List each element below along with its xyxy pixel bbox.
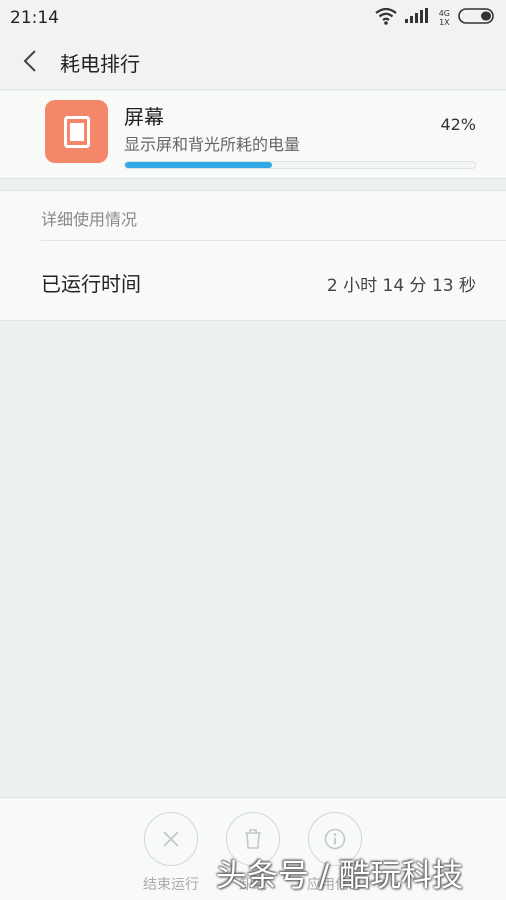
watermark: 头条号 / 酷玩科技 [216, 858, 464, 894]
network-type-secondary: 1X [439, 18, 450, 27]
force-stop-label: 结束运行 [143, 877, 199, 893]
header: 耗电排行 [0, 36, 506, 90]
usage-progress-bar [124, 161, 476, 169]
signal-icon [404, 8, 431, 28]
chevron-left-icon [23, 49, 37, 77]
runtime-label: 已运行时间 [41, 272, 141, 296]
divider [41, 240, 506, 241]
screen-icon [45, 100, 108, 163]
status-icons: 4G 1X [375, 7, 496, 29]
battery-icon [458, 8, 496, 28]
app-description: 显示屏和背光所耗的电量 [124, 135, 301, 154]
app-usage-item: 屏幕 显示屏和背光所耗的电量 42% [0, 91, 506, 179]
status-bar: 21:14 4G 1X [0, 0, 506, 36]
close-icon [144, 812, 198, 866]
network-type-primary: 4G [438, 9, 450, 18]
force-stop-button[interactable]: 结束运行 [126, 812, 216, 894]
app-name: 屏幕 [124, 105, 164, 129]
network-type: 4G 1X [439, 9, 450, 27]
back-button[interactable] [0, 36, 60, 90]
details-section: 详细使用情况 已运行时间 2 小时 14 分 13 秒 [0, 190, 506, 321]
usage-progress-fill [125, 162, 272, 168]
wifi-icon [375, 7, 397, 29]
runtime-value: 2 小时 14 分 13 秒 [326, 276, 476, 296]
page-title: 耗电排行 [60, 52, 140, 76]
usage-percent: 42% [440, 115, 476, 134]
details-section-label: 详细使用情况 [41, 210, 138, 229]
status-time: 21:14 [10, 8, 59, 28]
